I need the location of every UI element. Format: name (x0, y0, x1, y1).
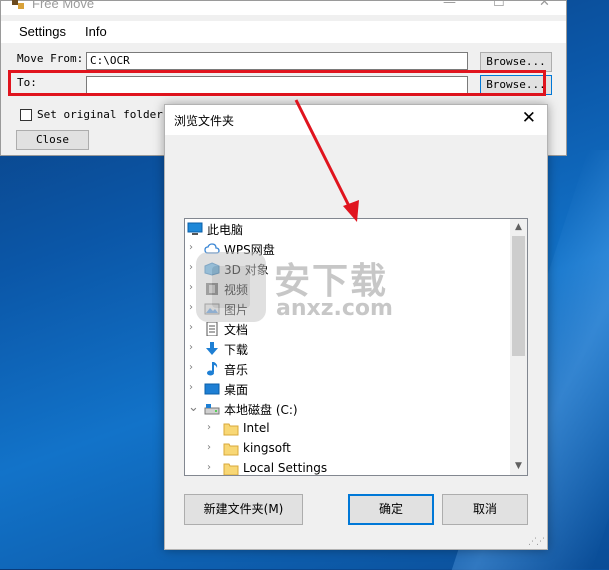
menu-settings[interactable]: Settings (19, 24, 66, 39)
tree-item-wps[interactable]: › WPS网盘 (185, 239, 511, 259)
tree-item-3d-objects[interactable]: › 3D 对象 (185, 259, 511, 279)
tree-item-label: 音乐 (224, 363, 249, 377)
title-bar: Free Move — ☐ ✕ (1, 0, 566, 15)
tree-scrollbar[interactable]: ▲ ▼ (510, 219, 527, 475)
tree-item-label: 下载 (224, 343, 249, 357)
tree-item-label: kingsoft (243, 441, 291, 455)
menu-info[interactable]: Info (85, 24, 107, 39)
tree-item-kingsoft[interactable]: › kingsoft (185, 439, 511, 459)
desktop-icon (204, 383, 220, 395)
pictures-icon (204, 303, 220, 315)
computer-icon (187, 222, 203, 235)
chevron-right-icon[interactable]: › (189, 362, 193, 373)
tree-item-desktop[interactable]: › 桌面 (185, 379, 511, 399)
move-from-input[interactable]: C:\OCR (86, 52, 468, 70)
scroll-thumb[interactable] (512, 236, 525, 356)
chevron-right-icon[interactable]: › (189, 282, 193, 293)
browse-from-button[interactable]: Browse... (480, 52, 552, 72)
tree-item-intel[interactable]: › Intel (185, 419, 511, 439)
tree-item-label: 文档 (224, 323, 249, 337)
tree-item-pictures[interactable]: › 图片 (185, 299, 511, 319)
tree-item-local-disk-c[interactable]: ⌄ 本地磁盘 (C:) (185, 399, 511, 419)
download-icon (206, 342, 218, 355)
chevron-right-icon[interactable]: › (189, 322, 193, 333)
move-from-label: Move From: (17, 52, 84, 65)
documents-icon (206, 322, 218, 336)
folder-tree[interactable]: 此电脑 › WPS网盘 › 3D 对象 › 视频 › 图片 › 文档 › 下载 … (184, 218, 528, 476)
cancel-button[interactable]: 取消 (442, 494, 528, 525)
tree-item-music[interactable]: › 音乐 (185, 359, 511, 379)
tree-item-label: 图片 (224, 303, 249, 317)
menu-bar: Settings Info (1, 21, 566, 43)
chevron-down-icon[interactable]: ⌄ (188, 400, 199, 415)
tree-item-downloads[interactable]: › 下载 (185, 339, 511, 359)
resize-grip-icon[interactable]: ⋰⋰ (528, 537, 545, 547)
chevron-right-icon[interactable]: › (189, 242, 193, 253)
dialog-title-bar: 浏览文件夹 ✕ (165, 105, 547, 135)
tree-item-label: Local Settings (243, 461, 328, 475)
tree-item-local-settings[interactable]: › Local Settings (185, 459, 511, 475)
set-original-checkbox[interactable] (20, 109, 32, 121)
folder-icon (223, 423, 239, 436)
tree-item-this-pc[interactable]: 此电脑 (185, 219, 511, 239)
chevron-right-icon[interactable]: › (207, 442, 211, 453)
folder-icon (223, 463, 239, 475)
highlight-box (8, 70, 546, 96)
tree-item-label: Intel (243, 421, 270, 435)
close-window-button[interactable]: ✕ (539, 0, 550, 10)
set-original-label: Set original folder to (37, 108, 183, 121)
drive-icon (204, 404, 220, 415)
chevron-right-icon[interactable]: › (189, 262, 193, 273)
music-icon (207, 362, 218, 376)
chevron-right-icon[interactable]: › (189, 382, 193, 393)
window-title: Free Move (32, 0, 95, 11)
tree-item-label: 此电脑 (207, 223, 244, 237)
tree-item-videos[interactable]: › 视频 (185, 279, 511, 299)
app-icon (12, 0, 24, 9)
tree-item-label: 3D 对象 (224, 263, 269, 277)
maximize-button[interactable]: ☐ (493, 0, 505, 10)
3d-objects-icon (204, 262, 220, 276)
tree-item-label: 桌面 (224, 383, 249, 397)
new-folder-button[interactable]: 新建文件夹(M) (184, 494, 303, 525)
tree-item-label: WPS网盘 (224, 243, 275, 257)
chevron-right-icon[interactable]: › (189, 302, 193, 313)
tree-item-label: 本地磁盘 (C:) (224, 403, 298, 417)
browse-folder-dialog: 浏览文件夹 ✕ 此电脑 › WPS网盘 › 3D 对象 › 视频 › 图片 › … (164, 104, 548, 550)
chevron-right-icon[interactable]: › (207, 422, 211, 433)
dialog-title: 浏览文件夹 (174, 114, 235, 128)
folder-icon (223, 443, 239, 456)
tree-item-label: 视频 (224, 283, 249, 297)
ok-button[interactable]: 确定 (348, 494, 434, 525)
scroll-down-arrow-icon[interactable]: ▼ (510, 458, 527, 475)
chevron-right-icon[interactable]: › (207, 462, 211, 473)
scroll-up-arrow-icon[interactable]: ▲ (510, 219, 527, 236)
video-icon (206, 283, 218, 295)
tree-item-documents[interactable]: › 文档 (185, 319, 511, 339)
cloud-icon (204, 243, 220, 254)
dialog-close-button[interactable]: ✕ (522, 108, 536, 128)
close-button[interactable]: Close (16, 130, 89, 150)
minimize-button[interactable]: — (443, 0, 456, 10)
chevron-right-icon[interactable]: › (189, 342, 193, 353)
